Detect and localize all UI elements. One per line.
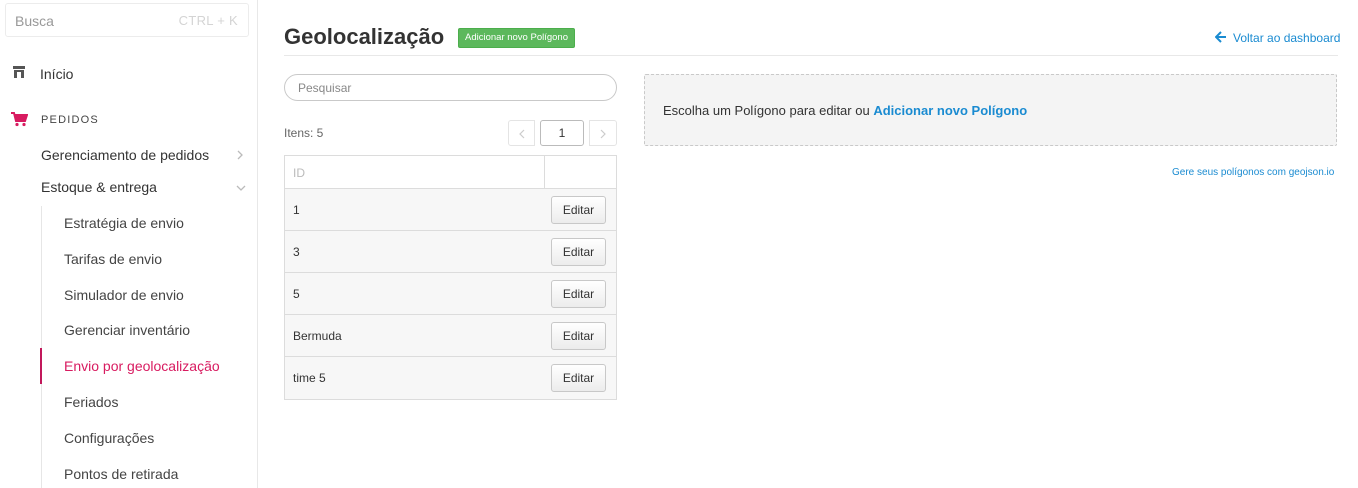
- sidebar-section-label: PEDIDOS: [41, 114, 99, 126]
- table-row: 5 Editar: [285, 273, 616, 315]
- back-to-dashboard-link[interactable]: Voltar ao dashboard: [1214, 31, 1341, 45]
- search-placeholder: Pesquisar: [298, 81, 352, 95]
- panel-add-polygon-link[interactable]: Adicionar novo Polígono: [873, 103, 1027, 118]
- sidebar-item-label: Tarifas de envio: [64, 251, 163, 267]
- chevron-right-icon: [235, 148, 245, 160]
- row-id: 3: [293, 245, 300, 259]
- row-id: 1: [293, 203, 300, 217]
- arrow-left-icon: [1214, 31, 1227, 43]
- active-indicator: [40, 348, 42, 384]
- search-shortcut-hint: CTRL + K: [178, 13, 238, 28]
- row-id: Bermuda: [293, 329, 342, 343]
- table-header: ID: [285, 156, 616, 189]
- edit-button[interactable]: Editar: [551, 238, 606, 266]
- sidebar-item-estoque-entrega[interactable]: Estoque & entrega: [41, 173, 251, 201]
- edit-button[interactable]: Editar: [551, 280, 606, 308]
- sidebar-item-label: Envio por geolocalização: [64, 358, 220, 374]
- sidebar-section-pedidos[interactable]: PEDIDOS: [0, 106, 258, 134]
- sidebar-item-label: Início: [40, 66, 74, 82]
- row-id: 5: [293, 287, 300, 301]
- submenu-guide-line: [41, 206, 42, 488]
- chevron-down-icon: [235, 180, 246, 192]
- polygon-editor-placeholder: Escolha um Polígono para editar ou Adici…: [644, 74, 1337, 146]
- page-title: Geolocalização: [284, 24, 445, 49]
- sidebar-item-label: Pontos de retirada: [64, 466, 179, 482]
- sidebar-item-label: Estratégia de envio: [64, 215, 184, 231]
- edit-button[interactable]: Editar: [551, 196, 606, 224]
- sidebar: Busca CTRL + K Início PEDIDOS Gerenciame…: [0, 0, 258, 488]
- store-icon: [12, 65, 26, 81]
- row-id: time 5: [293, 371, 326, 385]
- header-divider: [284, 55, 1338, 56]
- sidebar-item-gerenciamento-pedidos[interactable]: Gerenciamento de pedidos: [41, 141, 251, 169]
- back-link-label: Voltar ao dashboard: [1233, 31, 1341, 45]
- edit-button[interactable]: Editar: [551, 322, 606, 350]
- pagination-prev-button[interactable]: [508, 120, 535, 146]
- table-row: 1 Editar: [285, 189, 616, 231]
- cart-icon: [10, 111, 29, 127]
- table-row: time 5 Editar: [285, 357, 616, 399]
- panel-message: Escolha um Polígono para editar ou: [663, 103, 870, 118]
- chevron-right-icon: [600, 129, 606, 139]
- sidebar-item-inicio[interactable]: Início: [0, 60, 258, 88]
- edit-button[interactable]: Editar: [551, 364, 606, 392]
- sidebar-item-label: Feriados: [64, 394, 119, 410]
- sidebar-item-label: Simulador de envio: [64, 287, 184, 303]
- sidebar-item-label: Gerenciamento de pedidos: [41, 147, 210, 163]
- table-row: 3 Editar: [285, 231, 616, 273]
- pagination-page-input[interactable]: 1: [540, 120, 584, 146]
- polygon-search-input[interactable]: Pesquisar: [284, 74, 617, 101]
- sidebar-item-label: Gerenciar inventário: [64, 322, 191, 338]
- polygon-table: ID 1 Editar 3 Editar 5 Editar Bermuda Ed…: [284, 155, 617, 400]
- sidebar-search-input[interactable]: Busca CTRL + K: [5, 3, 249, 37]
- items-count: Itens: 5: [284, 126, 324, 140]
- sidebar-item-label: Configurações: [64, 430, 155, 446]
- add-polygon-button[interactable]: Adicionar novo Polígono: [458, 28, 575, 48]
- sidebar-item-label: Estoque & entrega: [41, 179, 157, 195]
- pagination-next-button[interactable]: [589, 120, 617, 146]
- search-placeholder: Busca: [15, 13, 54, 29]
- geojson-link[interactable]: Gere seus polígonos com geojson.io: [1172, 167, 1334, 178]
- table-row: Bermuda Editar: [285, 315, 616, 357]
- chevron-left-icon: [519, 129, 525, 139]
- column-header-id: ID: [293, 166, 305, 180]
- panel-text: Escolha um Polígono para editar ou Adici…: [663, 103, 1027, 118]
